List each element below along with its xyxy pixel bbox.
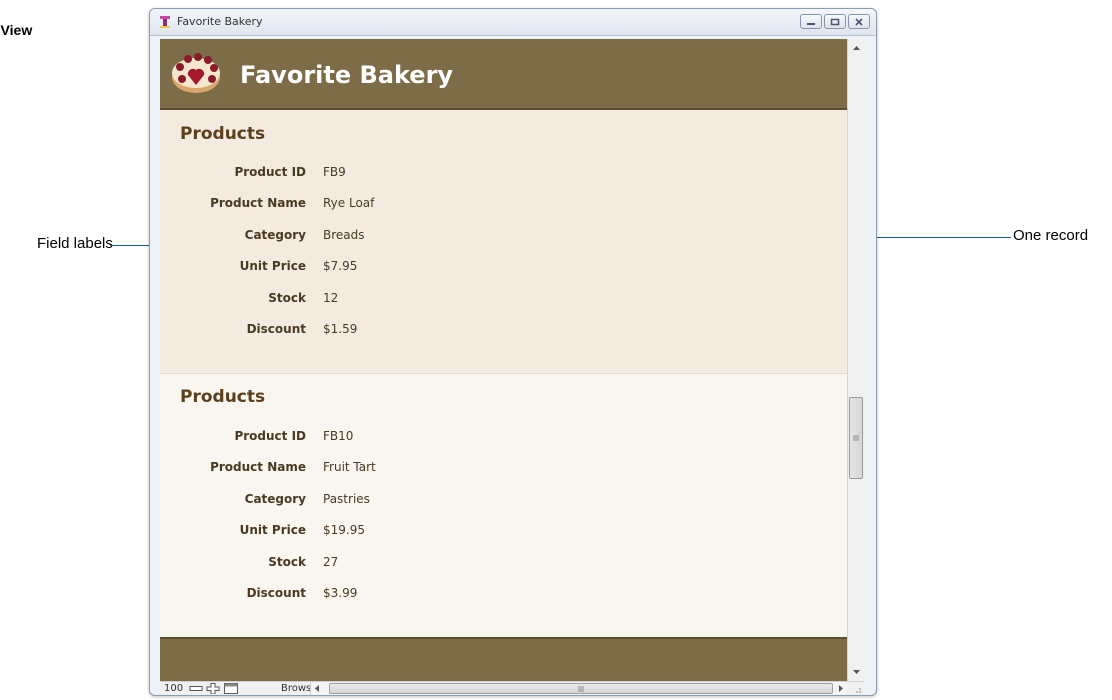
field-label: Category [244, 492, 306, 506]
window-title: Favorite Bakery [177, 15, 263, 28]
scroll-down-button[interactable] [848, 665, 865, 679]
zoom-level[interactable]: 100 [164, 683, 183, 694]
field-value[interactable]: Breads [323, 228, 365, 242]
field-label: Product ID [234, 429, 306, 443]
header-band: Favorite Bakery [160, 39, 847, 110]
field-row-stock: Stock 12 [160, 291, 847, 311]
field-value[interactable]: Rye Loaf [323, 196, 374, 210]
field-value[interactable]: $7.95 [323, 259, 357, 273]
arrow-right-icon[interactable] [839, 685, 843, 692]
field-value[interactable]: 27 [323, 555, 338, 569]
close-button[interactable] [848, 14, 870, 29]
maximize-button[interactable] [824, 14, 846, 29]
header-title: Favorite Bakery [240, 61, 454, 89]
record-card: Products Product ID FB10 Product Name Fr… [160, 374, 847, 634]
arrow-down-icon [853, 670, 860, 674]
horizontal-scroll-thumb[interactable] [329, 683, 833, 694]
field-label: Stock [268, 555, 306, 569]
field-value[interactable]: $3.99 [323, 586, 357, 600]
status-bar: 100 Browse [160, 681, 864, 695]
field-label: Unit Price [239, 259, 306, 273]
record-section-title: Products [180, 387, 266, 407]
toggle-status-area-icon[interactable] [224, 683, 238, 694]
field-label: Product Name [210, 460, 306, 474]
field-row-unit-price: Unit Price $19.95 [160, 523, 847, 543]
field-row-product-name: Product Name Fruit Tart [160, 460, 847, 480]
field-value[interactable]: Pastries [323, 492, 370, 506]
horizontal-scrollbar[interactable] [310, 682, 847, 695]
filemaker-app-icon [160, 16, 170, 28]
maximize-icon [830, 18, 840, 25]
field-value[interactable]: $19.95 [323, 523, 365, 537]
field-value[interactable]: $1.59 [323, 322, 357, 336]
arrow-left-icon[interactable] [315, 685, 319, 692]
minimize-icon [807, 22, 815, 25]
field-row-product-name: Product Name Rye Loaf [160, 196, 847, 216]
field-label: Discount [246, 586, 306, 600]
vertical-scroll-thumb[interactable] [849, 397, 863, 479]
field-value[interactable]: 12 [323, 291, 338, 305]
field-row-category: Category Pastries [160, 492, 847, 512]
field-value[interactable]: FB9 [323, 165, 346, 179]
field-row-unit-price: Unit Price $7.95 [160, 259, 847, 279]
field-row-product-id: Product ID FB9 [160, 165, 847, 185]
grip-lines-icon [853, 435, 859, 441]
callout-one-record: One record [1013, 227, 1089, 244]
field-label: Stock [268, 291, 306, 305]
callout-field-labels: Field labels [37, 235, 113, 252]
minimize-button[interactable] [800, 14, 822, 29]
zoom-in-icon[interactable] [206, 683, 220, 694]
field-label: Unit Price [239, 523, 306, 537]
zoom-out-icon[interactable] [189, 683, 203, 694]
page-heading: t View [0, 22, 33, 38]
arrow-up-icon [853, 46, 860, 50]
record-section-title: Products [180, 124, 266, 144]
scroll-up-button[interactable] [848, 41, 865, 55]
grip-lines-icon [578, 685, 584, 692]
field-label: Product ID [234, 165, 306, 179]
close-icon [855, 17, 863, 26]
field-row-stock: Stock 27 [160, 555, 847, 575]
field-value[interactable]: FB10 [323, 429, 353, 443]
footer-band [160, 637, 847, 681]
field-row-discount: Discount $1.59 [160, 322, 847, 342]
layout-content: Favorite Bakery Products Product ID FB9 … [160, 39, 847, 681]
record-card: Products Product ID FB9 Product Name Rye… [160, 110, 847, 374]
app-window: Favorite Bakery Favorite Bakery Products… [149, 8, 877, 696]
resize-grip-icon[interactable] [852, 684, 862, 694]
bakery-cake-logo [172, 53, 220, 93]
vertical-scrollbar[interactable] [847, 39, 865, 681]
field-value[interactable]: Fruit Tart [323, 460, 376, 474]
field-label: Product Name [210, 196, 306, 210]
field-row-category: Category Breads [160, 228, 847, 248]
field-label: Discount [246, 322, 306, 336]
field-row-discount: Discount $3.99 [160, 586, 847, 606]
title-bar[interactable]: Favorite Bakery [150, 9, 876, 36]
window-controls [800, 14, 870, 29]
field-row-product-id: Product ID FB10 [160, 429, 847, 449]
field-label: Category [244, 228, 306, 242]
